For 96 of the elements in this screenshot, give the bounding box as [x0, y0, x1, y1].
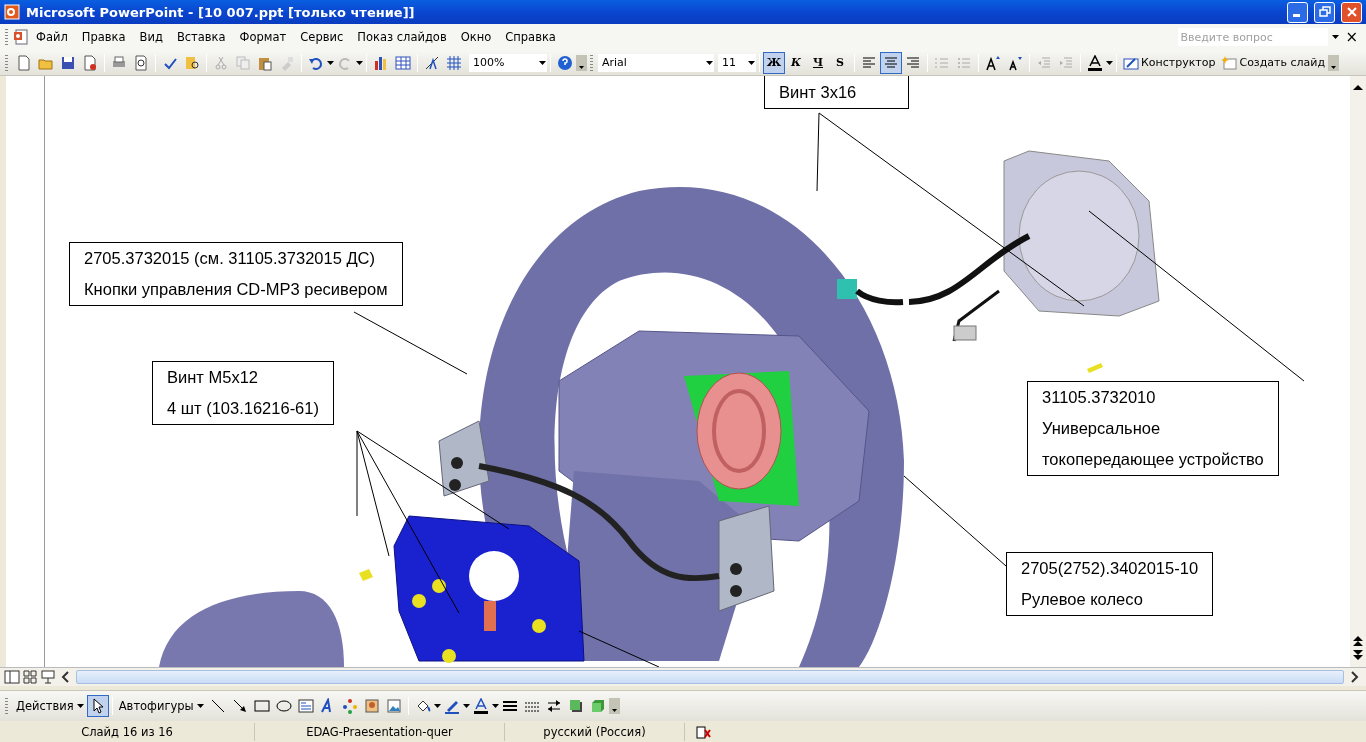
menu-item[interactable]: Вид [132, 28, 170, 46]
zoom-field[interactable]: 100% [469, 53, 547, 72]
slide-show-icon[interactable] [40, 669, 56, 685]
oval-icon[interactable] [275, 698, 292, 714]
restore-icon [1318, 6, 1331, 18]
close-icon [1345, 6, 1358, 18]
autoshapes-menu-button[interactable]: Автофигуры [115, 695, 207, 717]
caret-icon[interactable] [748, 60, 755, 65]
caret-icon [76, 704, 84, 708]
callout-text: 4 шт (103.16216-61) [167, 399, 319, 418]
close-help-button[interactable]: × [1339, 28, 1364, 46]
menu-item[interactable]: Файл [29, 28, 75, 46]
close-button[interactable] [1341, 1, 1362, 23]
decrease-font-icon[interactable] [1007, 54, 1023, 71]
help-icon[interactable] [557, 54, 573, 71]
design-button[interactable]: Конструктор [1120, 51, 1219, 74]
permission-icon[interactable] [82, 54, 98, 71]
font-field[interactable]: Arial [598, 53, 714, 72]
save-icon[interactable] [60, 54, 76, 71]
caret-icon[interactable] [462, 704, 470, 708]
caret-icon [196, 704, 204, 708]
shadow-style-icon[interactable] [567, 698, 584, 714]
menu-item[interactable]: Справка [498, 28, 563, 46]
minimize-icon [1292, 14, 1300, 17]
menu-item[interactable]: Вставка [169, 28, 233, 46]
font-color-icon[interactable] [1087, 54, 1103, 71]
horizontal-scrollbar[interactable] [76, 670, 1344, 684]
new-slide-icon [1221, 54, 1238, 71]
callout-text: 2705.3732015 (см. 31105.3732015 ДС) [84, 249, 376, 268]
document-icon[interactable] [13, 29, 29, 45]
increase-font-icon[interactable] [985, 54, 1001, 71]
menu-item[interactable]: Окно [453, 28, 499, 46]
align-left-icon[interactable] [861, 54, 877, 71]
new-document-icon[interactable] [16, 54, 32, 71]
menu-item[interactable]: Показ слайдов [350, 28, 454, 46]
app-icon [4, 4, 20, 20]
menu-item[interactable]: Сервис [293, 28, 351, 46]
new-slide-button[interactable]: Создать слайд [1218, 51, 1329, 74]
font-size-field[interactable]: 11 [718, 53, 756, 72]
actions-menu-button[interactable]: Действия [13, 695, 87, 717]
spelling-status-icon [695, 724, 711, 740]
window-title: Microsoft PowerPoint - [10 007.ppt [только чтение]] [26, 4, 416, 20]
shadow-button[interactable]: S [829, 51, 851, 74]
callout-text: Винт 3x16 [779, 83, 858, 102]
text-box-icon[interactable] [297, 698, 314, 714]
caret-icon[interactable] [327, 60, 334, 65]
caret-icon[interactable] [491, 704, 499, 708]
arrow-style-icon[interactable] [545, 698, 562, 714]
underline-button[interactable]: Ч [807, 51, 829, 74]
callout-text: Рулевое колесо [1021, 590, 1144, 609]
caret-icon[interactable] [356, 60, 363, 65]
align-center-icon[interactable] [883, 54, 899, 71]
screw-icon [359, 569, 373, 581]
align-right-icon[interactable] [905, 54, 921, 71]
question-field[interactable]: Введите вопрос [1178, 28, 1329, 46]
toolbar-options-icon[interactable] [1328, 54, 1340, 71]
line-color-icon[interactable] [443, 698, 460, 714]
chart-icon[interactable] [373, 54, 389, 71]
diagram-icon[interactable] [341, 698, 358, 714]
status-text: EDAG-Praesentation-quer [255, 723, 505, 741]
callout-text: Винт М5x12 [167, 368, 259, 387]
line-style-icon[interactable] [501, 698, 518, 714]
table-icon[interactable] [395, 54, 411, 71]
italic-button[interactable]: К [785, 51, 807, 74]
callout-text: Универсальное [1042, 419, 1162, 438]
clip-art-icon[interactable] [363, 698, 380, 714]
normal-view-icon[interactable] [4, 669, 20, 685]
callout-text: 31105.3732010 [1042, 388, 1157, 407]
callout-text: 2705(2752).3402015-10 [1021, 559, 1199, 578]
restore-button[interactable] [1314, 1, 1335, 23]
callout-text: токопередающее устройство [1042, 450, 1264, 469]
research-icon[interactable] [184, 54, 200, 71]
line-icon[interactable] [209, 698, 226, 714]
minimize-button[interactable] [1287, 1, 1308, 23]
caret-icon[interactable] [1332, 35, 1340, 39]
arrow-icon[interactable] [231, 698, 248, 714]
toolbar-options-icon[interactable] [576, 54, 587, 71]
caret-icon[interactable] [706, 60, 713, 65]
font-color-icon[interactable] [472, 698, 489, 714]
caret-icon[interactable] [1106, 60, 1113, 65]
screw-icon [1087, 363, 1103, 373]
print-preview-icon[interactable] [133, 54, 149, 71]
rectangle-icon[interactable] [253, 698, 270, 714]
status-text: Слайд 16 из 16 [0, 723, 255, 741]
status-text: русский (Россия) [505, 723, 685, 741]
picture-icon[interactable] [385, 698, 402, 714]
caret-icon[interactable] [539, 60, 546, 65]
slide-sorter-icon[interactable] [22, 669, 38, 685]
menu-item[interactable]: Формат [232, 28, 294, 46]
caret-icon[interactable] [433, 704, 441, 708]
text-direction-icon[interactable] [424, 54, 440, 71]
grid-icon[interactable] [446, 54, 462, 71]
bold-button[interactable]: Ж [763, 51, 785, 74]
menu-item[interactable]: Правка [74, 28, 133, 46]
toolbar-options-icon[interactable] [608, 698, 620, 714]
callout-text: Кнопки управления CD-MP3 ресивером [84, 280, 388, 299]
